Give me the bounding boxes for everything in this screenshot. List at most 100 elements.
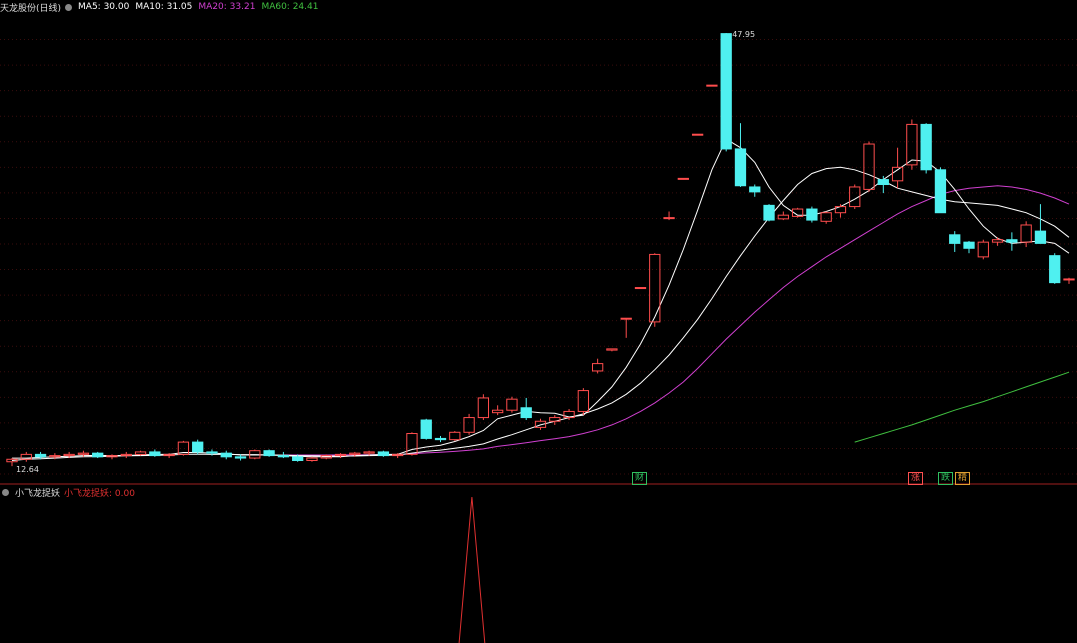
candle-body	[34, 453, 47, 458]
ma10-line	[11, 166, 1070, 461]
candle-body	[477, 397, 490, 419]
candle-body	[492, 409, 504, 414]
candle-up	[463, 413, 475, 435]
candle-body	[777, 214, 789, 220]
ma60-path	[854, 371, 1070, 443]
min-price-label: 12.64	[16, 465, 39, 474]
candle-body	[420, 419, 432, 439]
candle-body	[192, 441, 204, 453]
candle-body	[977, 241, 989, 258]
candle-up	[406, 432, 418, 456]
candle-up	[777, 211, 789, 221]
candle-body	[591, 363, 604, 372]
candle-up	[20, 451, 32, 462]
candle-body	[463, 417, 475, 433]
candle-down	[749, 184, 761, 197]
candle-body	[863, 143, 875, 190]
candle-body	[1034, 230, 1047, 244]
candle-body	[820, 212, 832, 222]
settings-dot-icon[interactable]	[65, 3, 73, 11]
candle-body	[620, 317, 632, 320]
candle-up	[134, 450, 147, 456]
candle-up	[477, 394, 490, 421]
candle-down	[192, 439, 204, 455]
candle-down	[1049, 253, 1061, 284]
candle-body	[63, 453, 75, 457]
indicator-title[interactable]: 小飞龙捉妖	[15, 486, 60, 499]
candle-body	[577, 390, 589, 412]
ma10-path	[11, 166, 1070, 461]
candle-body	[449, 431, 461, 441]
ma5-line	[12, 138, 1070, 459]
ma60-line	[854, 371, 1070, 443]
indicator-dot-icon[interactable]	[2, 488, 9, 496]
event-tag-jing[interactable]: 精	[955, 472, 971, 485]
candle-up	[820, 211, 832, 224]
candle-body	[92, 452, 104, 458]
event-tag-cai[interactable]: 财	[632, 472, 648, 485]
candle-up	[1020, 221, 1032, 248]
candle-body	[906, 123, 918, 166]
candle-down	[720, 33, 732, 152]
candle-down	[1006, 232, 1018, 251]
candle-down	[934, 167, 947, 214]
candle-down	[220, 450, 232, 460]
candle-body	[1006, 239, 1018, 243]
stock-title[interactable]: 天龙股份(日线)	[0, 1, 61, 14]
ma10-value: MA10: 31.05	[135, 2, 193, 12]
candle-up	[863, 141, 875, 192]
candle-up	[663, 211, 675, 221]
candle-up	[649, 253, 661, 327]
grid-lines	[0, 39, 1077, 475]
candle-body	[634, 287, 647, 290]
candle-body	[934, 169, 947, 214]
candle-down	[734, 123, 747, 187]
candle-up	[620, 317, 632, 338]
candle-body	[149, 451, 161, 457]
candle-up	[106, 454, 118, 460]
candle-down	[1034, 204, 1047, 244]
candle-body	[377, 451, 390, 457]
candle-down	[806, 206, 818, 223]
candle-down	[434, 435, 447, 443]
candle-up	[1063, 277, 1075, 284]
candle-body	[520, 407, 532, 419]
candle-body	[292, 456, 304, 462]
candle-body	[806, 208, 818, 221]
ma5-path	[12, 138, 1070, 459]
candle-up	[392, 453, 404, 459]
candle-body	[677, 177, 689, 180]
candle-body	[763, 204, 775, 221]
candle-down	[377, 450, 390, 457]
candle-body	[706, 84, 718, 87]
indicator-spike	[458, 496, 486, 643]
indicator-header: 小飞龙捉妖 小飞龙捉妖: 0.00	[0, 485, 141, 499]
candle-body	[220, 452, 232, 458]
kline-chart[interactable]: 47.95 12.64	[0, 0, 1077, 643]
candle-up	[991, 237, 1004, 246]
candle-body	[306, 457, 318, 462]
candle-up	[606, 348, 618, 352]
candle-body	[206, 451, 218, 454]
candle-down	[92, 451, 104, 459]
candle-body	[77, 452, 90, 455]
candles	[6, 33, 1075, 467]
candle-body	[134, 451, 147, 455]
candle-down	[963, 240, 975, 254]
candle-up	[492, 405, 504, 416]
candle-down	[520, 397, 532, 421]
event-tag-die[interactable]: 跌	[938, 472, 954, 485]
candle-up	[977, 239, 989, 260]
candle-body	[734, 148, 747, 187]
ma5-value: MA5: 30.00	[78, 2, 130, 12]
candle-body	[749, 186, 761, 193]
candle-up	[891, 147, 904, 189]
event-tag-zhang[interactable]: 涨	[908, 472, 924, 485]
max-price-label: 47.95	[732, 30, 755, 39]
candle-up	[634, 287, 647, 290]
candle-down	[877, 175, 889, 194]
candle-body	[606, 348, 618, 351]
candle-body	[234, 456, 247, 459]
ma60-value: MA60: 24.41	[261, 2, 319, 12]
candle-down	[420, 418, 432, 440]
